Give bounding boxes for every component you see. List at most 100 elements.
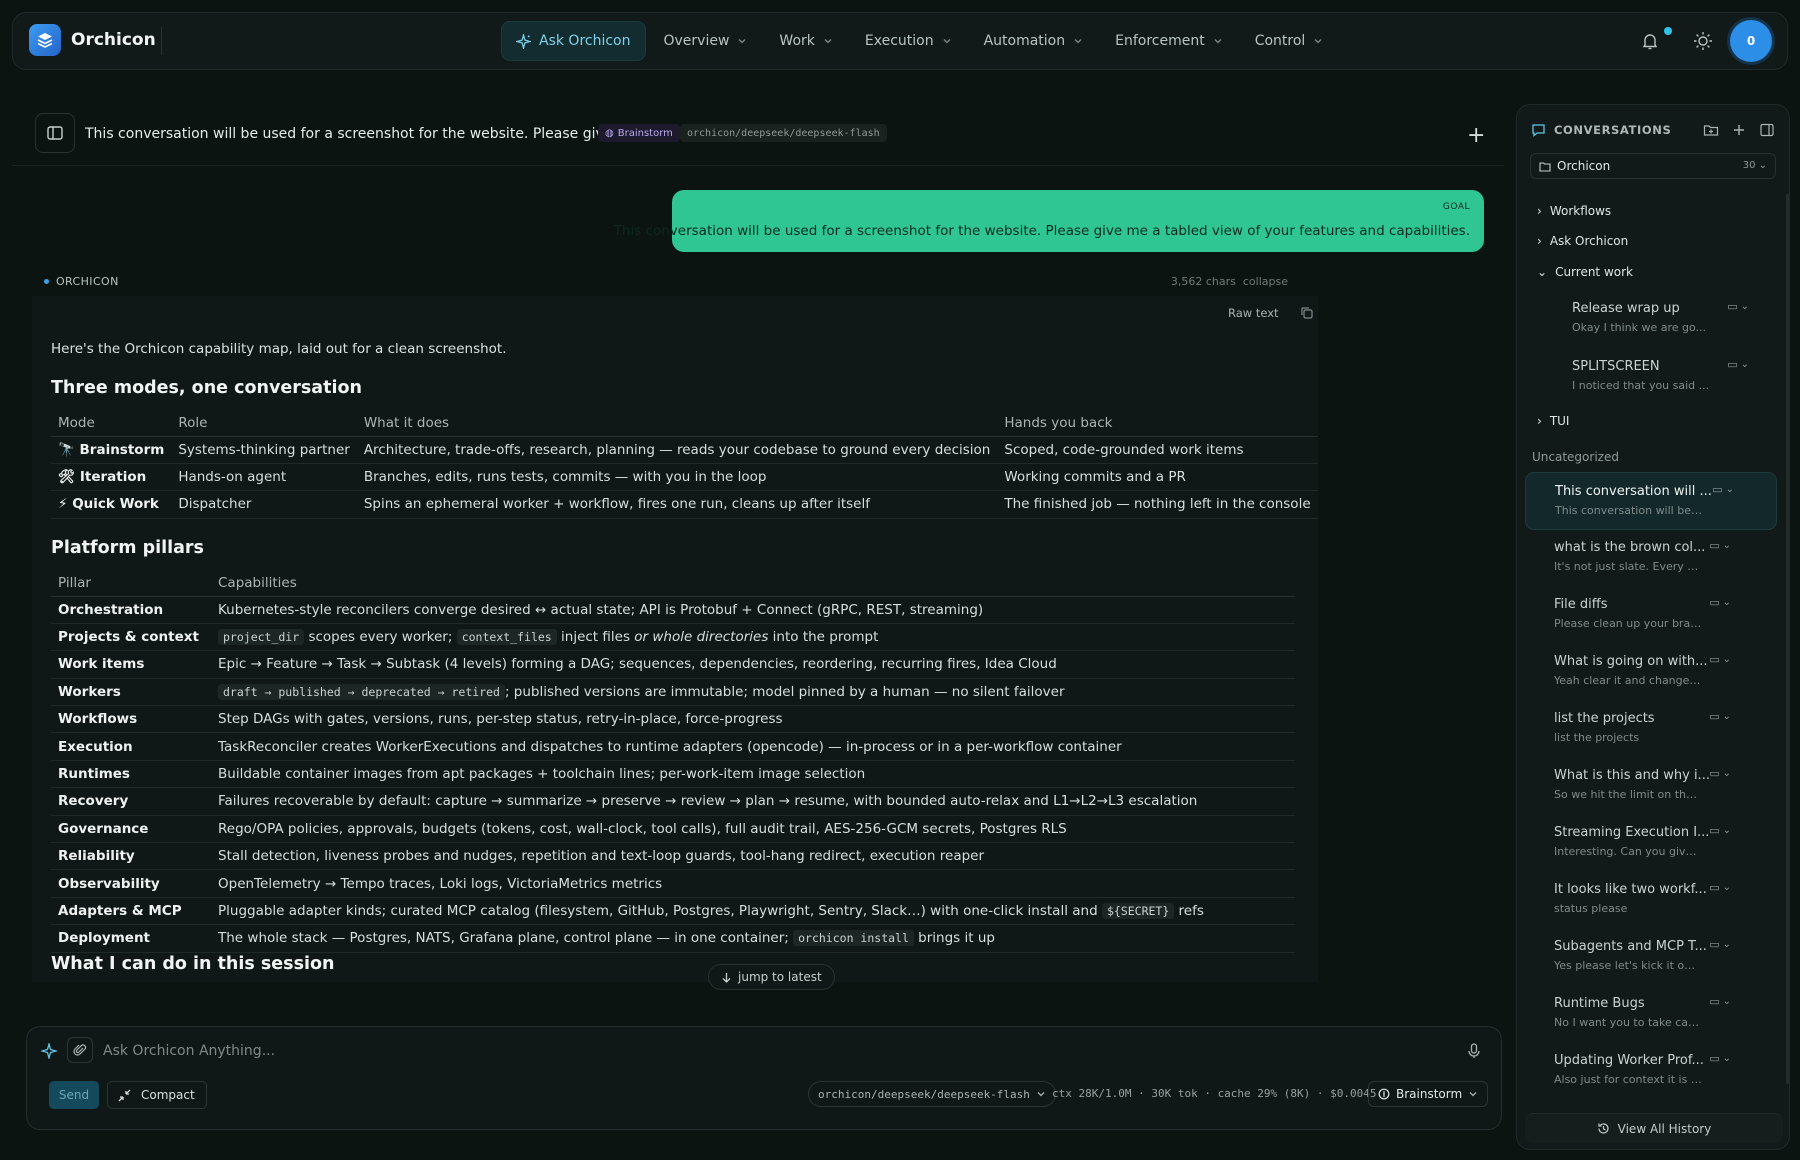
conversation-item[interactable]: Release wrap up Okay I think we are go...… <box>1547 291 1787 341</box>
conversation-item[interactable]: What is this and why i... So we hit the l… <box>1529 758 1769 808</box>
item-actions[interactable]: ▭ ⌄ <box>1709 881 1731 894</box>
project-count: 30 ⌄ <box>1742 160 1767 171</box>
chevron-down-icon: ⌄ <box>1722 654 1731 665</box>
panel-collapse-icon[interactable] <box>1759 122 1775 138</box>
column-header: Mode <box>51 410 172 437</box>
item-actions[interactable]: ▭ ⌄ <box>1709 767 1731 780</box>
conversation-item[interactable]: list the projects list the projects ▭ ⌄ <box>1529 701 1769 751</box>
conversation-item[interactable]: It looks like two workf... status please ▭… <box>1529 872 1769 922</box>
compact-label: Compact <box>141 1088 195 1102</box>
nav-automation[interactable]: Automation <box>970 21 1098 61</box>
message-input[interactable]: Ask Orchicon Anything... <box>103 1043 275 1059</box>
nav-execution[interactable]: Execution <box>851 21 966 61</box>
notification-dot <box>1664 27 1672 35</box>
item-actions[interactable]: ▭ ⌄ <box>1709 539 1731 552</box>
new-conversation-button[interactable]: + <box>1467 123 1485 148</box>
conversation-snippet: I noticed that you said ... <box>1572 379 1710 392</box>
group-tui[interactable]: › TUI <box>1537 414 1569 428</box>
nav-control[interactable]: Control <box>1241 21 1338 61</box>
folder-icon: ▭ <box>1709 1052 1720 1065</box>
chevron-down-icon: ⌄ <box>1722 540 1731 551</box>
item-actions[interactable]: ▭ ⌄ <box>1709 824 1731 837</box>
text-fragment: brings it up <box>913 930 995 947</box>
conversation-snippet: Yeah clear it and change t... <box>1554 674 1702 687</box>
compact-button[interactable]: Compact <box>107 1081 207 1109</box>
avatar[interactable]: 0 <box>1730 20 1772 62</box>
send-button[interactable]: Send <box>49 1081 99 1109</box>
item-actions[interactable]: ▭ ⌄ <box>1709 1052 1731 1065</box>
collapse-link[interactable]: collapse <box>1243 275 1288 288</box>
folder-icon: ▭ <box>1709 710 1720 723</box>
folder-icon <box>1539 161 1551 172</box>
pillar-text: OpenTelemetry → Tempo traces, Loki logs,… <box>211 869 1295 898</box>
text-fragment: scopes every worker; <box>304 629 457 646</box>
main-nav: Ask Orchicon Overview Work Execution Aut… <box>501 21 1337 61</box>
pillar-name: Workers <box>51 678 211 707</box>
inline-code: orchicon install <box>793 930 914 947</box>
conversation-item[interactable]: what is the brown col... It's not just sl… <box>1529 530 1769 580</box>
nav-overview[interactable]: Overview <box>650 21 762 61</box>
sidebar-toggle-button[interactable] <box>35 113 75 153</box>
conversation-item-selected[interactable]: This conversation will ... This conversat… <box>1525 472 1777 530</box>
conversation-item[interactable]: SPLITSCREEN I noticed that you said ... ▭ ⌄ <box>1547 349 1787 399</box>
chevron-right-icon: › <box>1537 204 1542 218</box>
sidebar-scrollbar[interactable] <box>1786 194 1789 1084</box>
nav-ask-orchicon[interactable]: Ask Orchicon <box>501 21 646 61</box>
item-actions[interactable]: ▭ ⌄ <box>1709 995 1731 1008</box>
bell-icon[interactable] <box>1640 31 1660 51</box>
orchicon-logo-icon[interactable] <box>29 24 61 56</box>
inline-code: context_files <box>456 629 557 646</box>
column-header: Hands you back <box>997 410 1318 437</box>
conversation-title: What is this and why i... <box>1554 768 1710 783</box>
pillar-name: Recovery <box>51 787 211 816</box>
column-header: Capabilities <box>211 570 1295 597</box>
item-actions[interactable]: ▭ ⌄ <box>1709 938 1731 951</box>
nav-work[interactable]: Work <box>765 21 846 61</box>
pillar-text: Failures recoverable by default: capture… <box>211 787 1295 816</box>
table-row: Workflows Step DAGs with gates, versions,… <box>51 705 1295 734</box>
pillar-text: draft → published → deprecated → retired… <box>211 678 1295 707</box>
item-actions[interactable]: ▭ ⌄ <box>1727 358 1749 371</box>
goal-message: GOAL This conversation will be used for … <box>614 190 1484 252</box>
conversation-item[interactable]: Subagents and MCP T... Yes please let's k… <box>1529 929 1769 979</box>
conversation-item[interactable]: Streaming Execution I... Interesting. Can… <box>1529 815 1769 865</box>
folder-icon: ▭ <box>1709 596 1720 609</box>
mode-badge: ◍ Brainstorm <box>598 124 680 142</box>
project-select[interactable]: Orchicon 30 ⌄ <box>1530 153 1776 179</box>
jump-to-latest-button[interactable]: jump to latest <box>708 964 835 990</box>
conversation-item[interactable]: File diffs Please clean up your bran... ▭ ⌄ <box>1529 587 1769 637</box>
mode-select[interactable]: Brainstorm <box>1368 1081 1489 1107</box>
item-actions[interactable]: ▭ ⌄ <box>1727 300 1749 313</box>
model-select[interactable]: orchicon/deepseek/deepseek-flash <box>808 1081 1056 1107</box>
conversation-item[interactable]: What is going on with... Yeah clear it an… <box>1529 644 1769 694</box>
view-all-history-button[interactable]: View All History <box>1525 1113 1783 1143</box>
conversation-title: what is the brown col... <box>1554 540 1706 555</box>
nav-enforcement[interactable]: Enforcement <box>1101 21 1237 61</box>
conversation-snippet: So we hit the limit on the ... <box>1554 788 1702 801</box>
group-current-work[interactable]: ⌄ Current work <box>1537 265 1633 279</box>
item-actions[interactable]: ▭ ⌄ <box>1712 483 1734 496</box>
sun-icon[interactable] <box>1692 30 1714 52</box>
conversation-item[interactable]: Runtime Bugs No I want you to take car...… <box>1529 986 1769 1036</box>
group-label: TUI <box>1549 414 1570 428</box>
raw-text-toggle[interactable]: Raw text <box>1228 306 1279 320</box>
group-ask-orchicon[interactable]: › Ask Orchicon <box>1537 234 1628 248</box>
copy-icon[interactable] <box>1300 306 1313 319</box>
microphone-icon[interactable] <box>1467 1043 1481 1059</box>
attach-button[interactable] <box>67 1037 93 1063</box>
table-row: Deployment The whole stack — Postgres, NA… <box>51 924 1295 953</box>
conversation-item[interactable]: Updating Worker Prof... Also just for con… <box>1529 1043 1769 1093</box>
char-count: 3,562 chars <box>1170 275 1236 288</box>
new-folder-icon[interactable] <box>1703 122 1719 138</box>
item-actions[interactable]: ▭ ⌄ <box>1709 596 1731 609</box>
plus-icon[interactable] <box>1731 122 1747 138</box>
back-cell: Working commits and a PR <box>997 463 1318 492</box>
conversation-title: Subagents and MCP T... <box>1554 939 1707 954</box>
folder-icon: ▭ <box>1709 767 1720 780</box>
inline-code: draft → published → deprecated → retired <box>218 683 505 700</box>
model-badge: orchicon/deepseek/deepseek-flash <box>680 124 887 142</box>
item-actions[interactable]: ▭ ⌄ <box>1709 653 1731 666</box>
app-name[interactable]: Orchicon <box>71 30 156 50</box>
group-workflows[interactable]: › Workflows <box>1537 204 1611 218</box>
item-actions[interactable]: ▭ ⌄ <box>1709 710 1731 723</box>
